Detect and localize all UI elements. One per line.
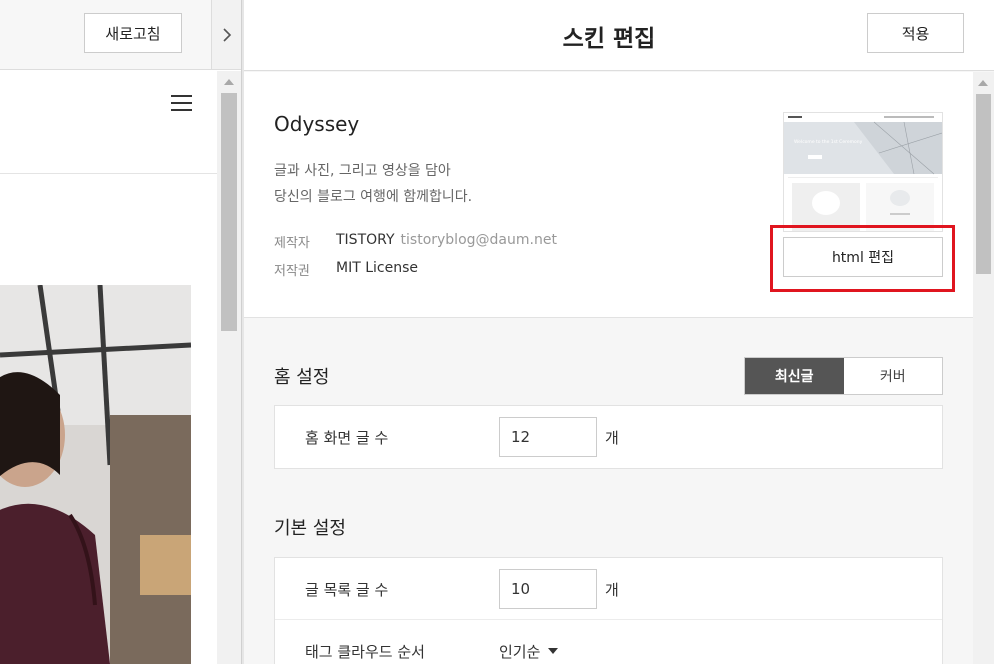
- tag-cloud-order-label: 태그 클라우드 순서: [305, 642, 425, 661]
- scroll-thumb[interactable]: [221, 93, 237, 331]
- preview-scrollbar[interactable]: [217, 71, 241, 664]
- preview-hero-image: [0, 285, 191, 664]
- author-label: 제작자: [274, 236, 310, 251]
- scroll-up-icon[interactable]: [224, 79, 234, 85]
- home-mode-toggle: 최신글 커버: [744, 357, 943, 395]
- home-settings-title: 홈 설정: [274, 367, 330, 388]
- home-post-count-unit: 개: [605, 428, 619, 447]
- author-row: 제작자 TISTORY tistoryblog@daum.net: [274, 232, 557, 251]
- settings-pane: 스킨 편집 적용 Odyssey 글과 사진, 그리고 영상을 담아 당신의 블…: [244, 0, 994, 664]
- thumbnail-text: Welcome to the 1st Ceremony: [794, 139, 863, 145]
- author-email: tistoryblog@daum.net: [400, 232, 557, 248]
- html-edit-button[interactable]: html 편집: [783, 237, 943, 277]
- skin-description-line: 당신의 블로그 여행에 함께합니다.: [274, 189, 473, 205]
- license-row: 저작권 MIT License: [274, 260, 418, 279]
- tag-cloud-order-select[interactable]: 인기순: [499, 620, 559, 664]
- scroll-up-icon[interactable]: [978, 80, 988, 86]
- license-label: 저작권: [274, 264, 310, 279]
- home-settings-panel: 홈 화면 글 수 개: [274, 405, 943, 469]
- preview-pane: 새로고침: [0, 0, 241, 664]
- preview-blog-header: [0, 71, 217, 174]
- home-post-count-label: 홈 화면 글 수: [305, 428, 389, 447]
- settings-scrollbar[interactable]: [973, 72, 994, 664]
- post-list-count-input[interactable]: [499, 569, 597, 609]
- skin-editor: 새로고침 스킨 편집 적용 Odyssey 글과 사진, 그리고 영상을 담아 …: [0, 0, 994, 664]
- settings-content: Odyssey 글과 사진, 그리고 영상을 담아 당신의 블로그 여행에 함께…: [244, 72, 973, 664]
- tab-cover[interactable]: 커버: [843, 358, 942, 394]
- skin-description: 글과 사진, 그리고 영상을 담아 당신의 블로그 여행에 함께합니다.: [274, 158, 472, 210]
- skin-thumbnail: Welcome to the 1st Ceremony: [783, 112, 943, 232]
- tab-latest-posts[interactable]: 최신글: [745, 358, 844, 394]
- page-title: 스킨 편집: [562, 25, 656, 52]
- home-post-count-input[interactable]: [499, 417, 597, 457]
- post-list-count-label: 글 목록 글 수: [305, 580, 389, 599]
- scroll-thumb[interactable]: [976, 94, 991, 274]
- author-name: TISTORY: [336, 232, 395, 248]
- basic-settings-title: 기본 설정: [274, 518, 346, 539]
- skin-name: Odyssey: [274, 112, 360, 136]
- skin-info-card: Odyssey 글과 사진, 그리고 영상을 담아 당신의 블로그 여행에 함께…: [244, 72, 973, 318]
- settings-toolbar: 스킨 편집 적용: [244, 0, 994, 71]
- apply-button[interactable]: 적용: [867, 13, 964, 53]
- tag-cloud-order-value: 인기순: [499, 642, 541, 661]
- license-value: MIT License: [336, 260, 418, 276]
- refresh-button[interactable]: 새로고침: [84, 13, 182, 53]
- tag-cloud-order-row: 태그 클라우드 순서 인기순: [275, 620, 942, 664]
- menu-icon[interactable]: [171, 95, 192, 111]
- collapse-panel-button[interactable]: [211, 0, 241, 70]
- preview-toolbar: 새로고침: [0, 0, 211, 70]
- post-list-count-row: 글 목록 글 수 개: [275, 558, 942, 620]
- skin-description-line: 글과 사진, 그리고 영상을 담아: [274, 163, 451, 179]
- post-list-count-unit: 개: [605, 580, 619, 599]
- blog-preview: [0, 71, 217, 664]
- caret-down-icon: [548, 648, 559, 654]
- chevron-right-icon: [222, 27, 231, 42]
- home-post-count-row: 홈 화면 글 수 개: [275, 406, 942, 468]
- basic-settings-panel: 글 목록 글 수 개 태그 클라우드 순서 인기순: [274, 557, 943, 664]
